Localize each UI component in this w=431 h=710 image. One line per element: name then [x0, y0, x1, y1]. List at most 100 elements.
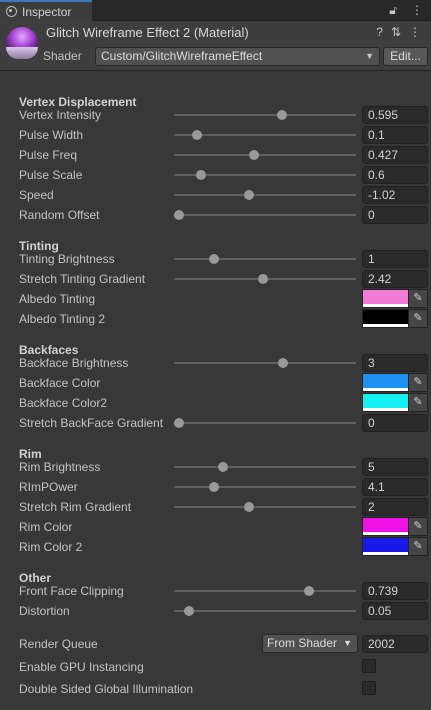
backface-color2-swatch[interactable] — [362, 393, 409, 412]
random-offset-slider[interactable] — [174, 210, 356, 220]
edit-shader-button[interactable]: Edit... — [383, 47, 428, 66]
pulse-freq-slider-handle[interactable] — [249, 150, 260, 160]
rim-power-value[interactable]: 4.1 — [362, 478, 428, 496]
distortion-value[interactable]: 0.05 — [362, 602, 428, 620]
pulse-scale-slider-handle[interactable] — [196, 170, 207, 180]
stretch-tinting-slider[interactable] — [174, 274, 356, 284]
kebab-menu-icon[interactable]: ⋮ — [411, 3, 423, 18]
rim-brightness-slider[interactable] — [174, 462, 356, 472]
chevron-down-icon: ▼ — [365, 51, 374, 61]
stretch-tinting-label: Stretch Tinting Gradient — [19, 272, 146, 286]
rim-power-slider-handle[interactable] — [209, 482, 220, 492]
random-offset-value[interactable]: 0 — [362, 206, 428, 224]
pulse-scale-value[interactable]: 0.6 — [362, 166, 428, 184]
render-queue-dropdown[interactable]: From Shader ▼ — [262, 634, 358, 653]
albedo-tinting2-swatch[interactable] — [362, 309, 409, 328]
distortion-slider-handle[interactable] — [183, 606, 194, 616]
stretch-rim-slider[interactable] — [174, 502, 356, 512]
pulse-freq-value[interactable]: 0.427 — [362, 146, 428, 164]
rim-color-label: Rim Color — [19, 520, 73, 534]
backface-color2-row: Backface Color2 ✎ — [0, 393, 431, 413]
rim-color2-row: Rim Color 2 ✎ — [0, 537, 431, 557]
pulse-freq-row: Pulse Freq 0.427 — [0, 145, 431, 165]
double-sided-gi-row: Double Sided Global Illumination — [0, 679, 431, 699]
front-face-clipping-value[interactable]: 0.739 — [362, 582, 428, 600]
speed-value[interactable]: -1.02 — [362, 186, 428, 204]
alpha-bar — [363, 304, 408, 307]
backface-color-row: Backface Color ✎ — [0, 373, 431, 393]
distortion-slider[interactable] — [174, 606, 356, 616]
backface-brightness-label: Backface Brightness — [19, 356, 129, 370]
backface-brightness-slider[interactable] — [174, 358, 356, 368]
speed-row: Speed -1.02 — [0, 185, 431, 205]
stretch-backface-value[interactable]: 0 — [362, 414, 428, 432]
material-header: Glitch Wireframe Effect 2 (Material) ? ⇅… — [0, 21, 431, 71]
front-face-clipping-slider-handle[interactable] — [303, 586, 314, 596]
eyedropper-icon[interactable]: ✎ — [409, 289, 428, 308]
gpu-instancing-row: Enable GPU Instancing — [0, 657, 431, 677]
stretch-rim-value[interactable]: 2 — [362, 498, 428, 516]
speed-slider-handle[interactable] — [243, 190, 254, 200]
random-offset-row: Random Offset 0 — [0, 205, 431, 225]
eyedropper-icon[interactable]: ✎ — [409, 309, 428, 328]
eyedropper-icon[interactable]: ✎ — [409, 537, 428, 556]
front-face-clipping-row: Front Face Clipping 0.739 — [0, 581, 431, 601]
rim-color2-swatch[interactable] — [362, 537, 409, 556]
backface-color-swatch[interactable] — [362, 373, 409, 392]
albedo-tinting-swatch[interactable] — [362, 289, 409, 308]
front-face-clipping-slider[interactable] — [174, 586, 356, 596]
rim-brightness-slider-handle[interactable] — [218, 462, 229, 472]
tinting-brightness-value[interactable]: 1 — [362, 250, 428, 268]
pulse-freq-slider[interactable] — [174, 150, 356, 160]
stretch-backface-slider[interactable] — [174, 418, 356, 428]
pulse-scale-label: Pulse Scale — [19, 168, 83, 182]
material-preview-icon — [6, 27, 38, 59]
render-queue-value[interactable]: 2002 — [362, 635, 428, 653]
pulse-width-slider-handle[interactable] — [191, 130, 202, 140]
pulse-scale-slider[interactable] — [174, 170, 356, 180]
lock-icon[interactable]: 🔓︎ — [389, 3, 397, 18]
vertex-intensity-label: Vertex Intensity — [19, 108, 102, 122]
double-sided-gi-checkbox[interactable] — [362, 681, 376, 695]
stretch-backface-row: Stretch BackFace Gradient 0 — [0, 413, 431, 433]
rim-brightness-value[interactable]: 5 — [362, 458, 428, 476]
tinting-brightness-slider-handle[interactable] — [209, 254, 220, 264]
render-queue-label: Render Queue — [19, 637, 98, 651]
pulse-width-value[interactable]: 0.1 — [362, 126, 428, 144]
eyedropper-icon[interactable]: ✎ — [409, 373, 428, 392]
pulse-width-row: Pulse Width 0.1 — [0, 125, 431, 145]
material-title: Glitch Wireframe Effect 2 (Material) — [46, 25, 249, 40]
backface-brightness-slider-handle[interactable] — [278, 358, 289, 368]
speed-slider[interactable] — [174, 190, 356, 200]
pulse-width-label: Pulse Width — [19, 128, 84, 142]
tinting-brightness-row: Tinting Brightness 1 — [0, 249, 431, 269]
stretch-rim-slider-handle[interactable] — [243, 502, 254, 512]
vertex-intensity-value[interactable]: 0.595 — [362, 106, 428, 124]
vertex-intensity-slider[interactable] — [174, 110, 356, 120]
help-icon[interactable]: ? — [376, 25, 383, 39]
rim-power-slider[interactable] — [174, 482, 356, 492]
shader-dropdown[interactable]: Custom/GlitchWireframeEffect ▼ — [95, 47, 380, 66]
alpha-bar — [363, 532, 408, 535]
eyedropper-icon[interactable]: ✎ — [409, 517, 428, 536]
pulse-scale-row: Pulse Scale 0.6 — [0, 165, 431, 185]
pulse-width-slider[interactable] — [174, 130, 356, 140]
tab-inspector[interactable]: Inspector — [0, 0, 92, 21]
backface-color2-label: Backface Color2 — [19, 396, 108, 410]
vertex-intensity-slider-handle[interactable] — [277, 110, 288, 120]
front-face-clipping-label: Front Face Clipping — [19, 584, 124, 598]
menu-icon[interactable]: ⋮ — [409, 25, 421, 39]
gpu-instancing-checkbox[interactable] — [362, 659, 376, 673]
backface-brightness-value[interactable]: 3 — [362, 354, 428, 372]
random-offset-slider-handle[interactable] — [174, 210, 185, 220]
tab-title: Inspector — [22, 4, 72, 19]
stretch-tinting-value[interactable]: 2.42 — [362, 270, 428, 288]
preset-icon[interactable]: ⇅ — [391, 25, 401, 39]
stretch-backface-slider-handle[interactable] — [174, 418, 185, 428]
eyedropper-icon[interactable]: ✎ — [409, 393, 428, 412]
gpu-instancing-label: Enable GPU Instancing — [19, 660, 144, 674]
render-queue-row: Render Queue From Shader ▼ 2002 — [0, 634, 431, 654]
rim-color-swatch[interactable] — [362, 517, 409, 536]
stretch-tinting-slider-handle[interactable] — [258, 274, 269, 284]
tinting-brightness-slider[interactable] — [174, 254, 356, 264]
